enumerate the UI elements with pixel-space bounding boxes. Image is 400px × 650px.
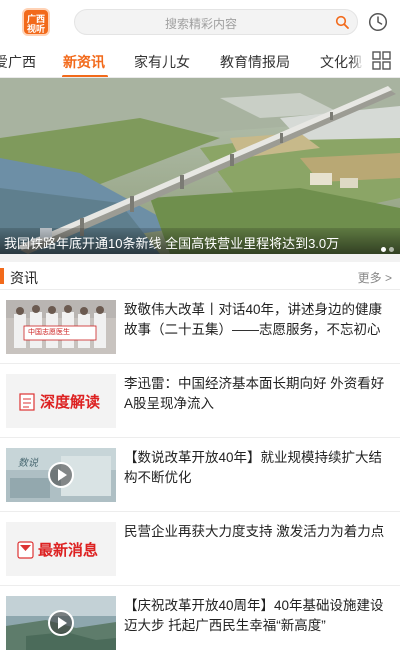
search-icon[interactable] <box>335 15 349 29</box>
top-bar: 广西 视听 搜索精彩内容 <box>0 0 400 44</box>
news-thumbnail: 最新消息 <box>6 522 116 576</box>
channel-tabs: 爱广西 新资讯 家有儿女 教育情报局 文化视 <box>0 44 400 78</box>
thumbnail-label: 最新消息 <box>38 542 99 559</box>
logo-line2: 视听 <box>26 24 45 34</box>
banner-caption: 我国铁路年底开通10条新线 全国高铁营业里程将达到3.0万 <box>0 228 400 254</box>
news-section-header: 资讯 更多 > <box>0 262 400 290</box>
news-title: 民营企业再获大力度支持 激发活力为着力点 <box>124 524 385 539</box>
tab-family[interactable]: 家有儿女 <box>134 52 190 72</box>
news-thumbnail: 数说 <box>6 448 116 502</box>
section-accent-bar <box>0 268 4 284</box>
more-link[interactable]: 更多 > <box>358 269 392 286</box>
search-placeholder: 搜索精彩内容 <box>164 17 237 31</box>
banner-carousel[interactable]: 我国铁路年底开通10条新线 全国高铁营业里程将达到3.0万 <box>0 78 400 254</box>
news-item[interactable]: 最新消息 民营企业再获大力度支持 激发活力为着力点 <box>0 512 400 586</box>
tab-culture[interactable]: 文化视 <box>320 52 362 72</box>
banner-caption-text: 我国铁路年底开通10条新线 全国高铁营业里程将达到3.0万 <box>4 236 340 251</box>
logo-line1: 广西 <box>26 14 45 24</box>
search-input[interactable]: 搜索精彩内容 <box>74 9 358 35</box>
play-icon[interactable] <box>48 610 74 636</box>
tab-menu-button[interactable] <box>364 44 400 77</box>
play-icon[interactable] <box>48 462 74 488</box>
news-title: 【庆祝改革开放40周年】40年基础设施建设迈大步 托起广西民生幸福“新高度” <box>124 598 384 633</box>
thumbnail-label: 数说 <box>18 458 38 469</box>
news-title: 致敬伟大改革丨对话40年，讲述身边的健康故事（二十五集）——志愿服务，不忘初心 <box>124 302 383 337</box>
grid-icon <box>372 51 391 70</box>
carousel-dot <box>389 247 394 252</box>
section-title: 资讯 <box>10 270 38 286</box>
news-item[interactable]: 【庆祝改革开放40周年】40年基础设施建设迈大步 托起广西民生幸福“新高度” <box>0 586 400 650</box>
carousel-dot-active <box>381 247 386 252</box>
news-title: 【数说改革开放40年】就业规模持续扩大结构不断优化 <box>124 450 383 485</box>
news-item[interactable]: 深度解读 李迅雷：中国经济基本面长期向好 外资看好A股呈现净流入 <box>0 364 400 438</box>
news-item[interactable]: 中国志愿医生 致敬伟大改革丨对话40年，讲述身边的健康故事（二十五集）——志愿服… <box>0 290 400 364</box>
news-thumbnail: 中国志愿医生 <box>6 300 116 354</box>
news-thumbnail: 深度解读 <box>6 374 116 428</box>
thumbnail-banner-text: 中国志愿医生 <box>28 329 70 336</box>
thumbnail-label: 深度解读 <box>40 394 101 411</box>
news-thumbnail <box>6 596 116 650</box>
news-title: 李迅雷：中国经济基本面长期向好 外资看好A股呈现净流入 <box>124 376 385 411</box>
app-logo[interactable]: 广西 视听 <box>22 8 50 36</box>
tab-news[interactable]: 新资讯 <box>63 52 105 72</box>
news-item[interactable]: 数说 【数说改革开放40年】就业规模持续扩大结构不断优化 <box>0 438 400 512</box>
tab-ai-guangxi[interactable]: 爱广西 <box>0 52 36 72</box>
section-divider <box>0 254 400 262</box>
clock-icon[interactable] <box>368 12 388 32</box>
tab-education[interactable]: 教育情报局 <box>220 52 290 72</box>
carousel-indicator <box>378 239 394 254</box>
